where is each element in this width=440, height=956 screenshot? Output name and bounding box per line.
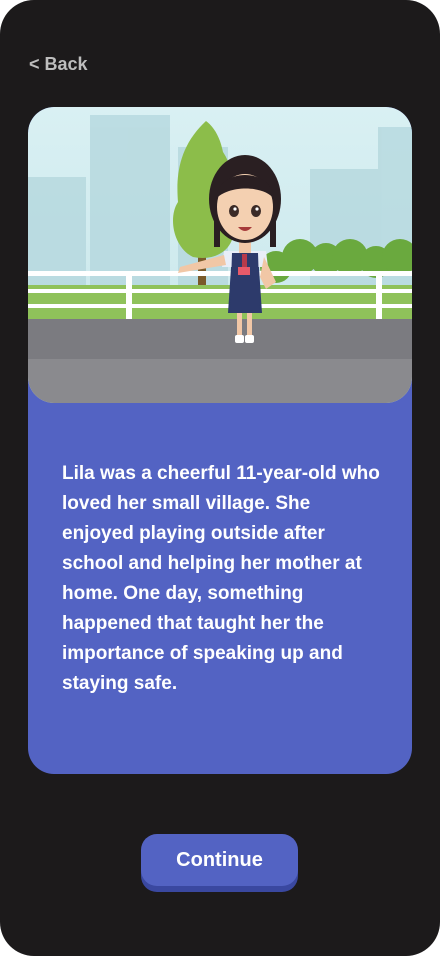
story-text: Lila was a cheerful 11-year-old who love… — [62, 463, 380, 694]
back-button[interactable]: < Back — [29, 54, 88, 75]
road-far — [28, 319, 412, 359]
app-screen: < Back Lila was a cheerful 11-year-old w… — [0, 0, 440, 956]
story-illustration — [28, 107, 412, 403]
continue-button[interactable]: Continue — [141, 834, 298, 886]
story-card: Lila was a cheerful 11-year-old who love… — [28, 107, 412, 774]
illustration-scene — [28, 107, 412, 403]
